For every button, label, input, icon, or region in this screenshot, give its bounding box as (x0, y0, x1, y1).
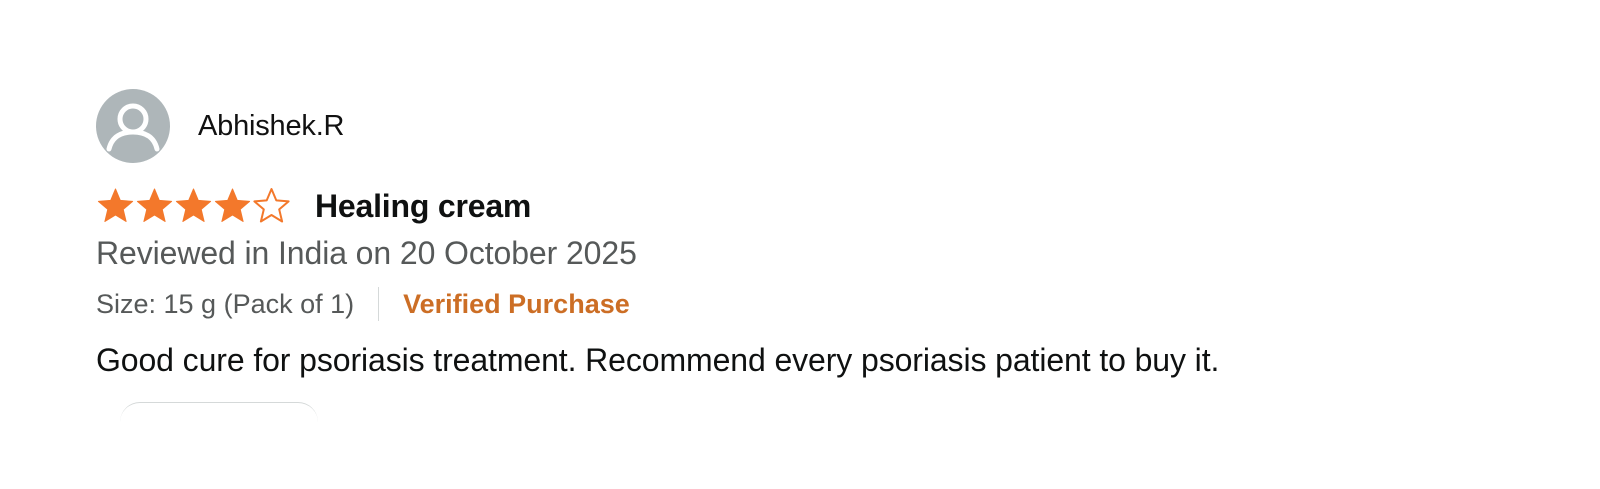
star-filled-icon (174, 187, 213, 225)
variant-info: Size: 15 g (Pack of 1) (96, 288, 355, 319)
review-body: Good cure for psoriasis treatment. Recom… (96, 342, 1220, 378)
user-avatar-icon (96, 89, 170, 163)
helpful-button[interactable] (120, 402, 318, 442)
review-title[interactable]: Healing cream (315, 188, 531, 225)
star-empty-icon (252, 187, 291, 225)
meta-divider (378, 287, 380, 321)
reviewer-name[interactable]: Abhishek.R (198, 110, 345, 143)
review-meta: Size: 15 g (Pack of 1) Verified Purchase (96, 286, 1516, 322)
star-filled-icon (213, 187, 252, 225)
star-rating[interactable] (96, 187, 291, 225)
verified-purchase-badge: Verified Purchase (403, 288, 630, 319)
star-filled-icon (96, 187, 135, 225)
review-date: Reviewed in India on 20 October 2025 (96, 235, 637, 271)
star-filled-icon (135, 187, 174, 225)
review-card: Abhishek.R Healing cream Reviewed in Ind… (96, 89, 1516, 379)
reviewer-profile[interactable]: Abhishek.R (96, 89, 1516, 163)
rating-row: Healing cream (96, 185, 1516, 227)
